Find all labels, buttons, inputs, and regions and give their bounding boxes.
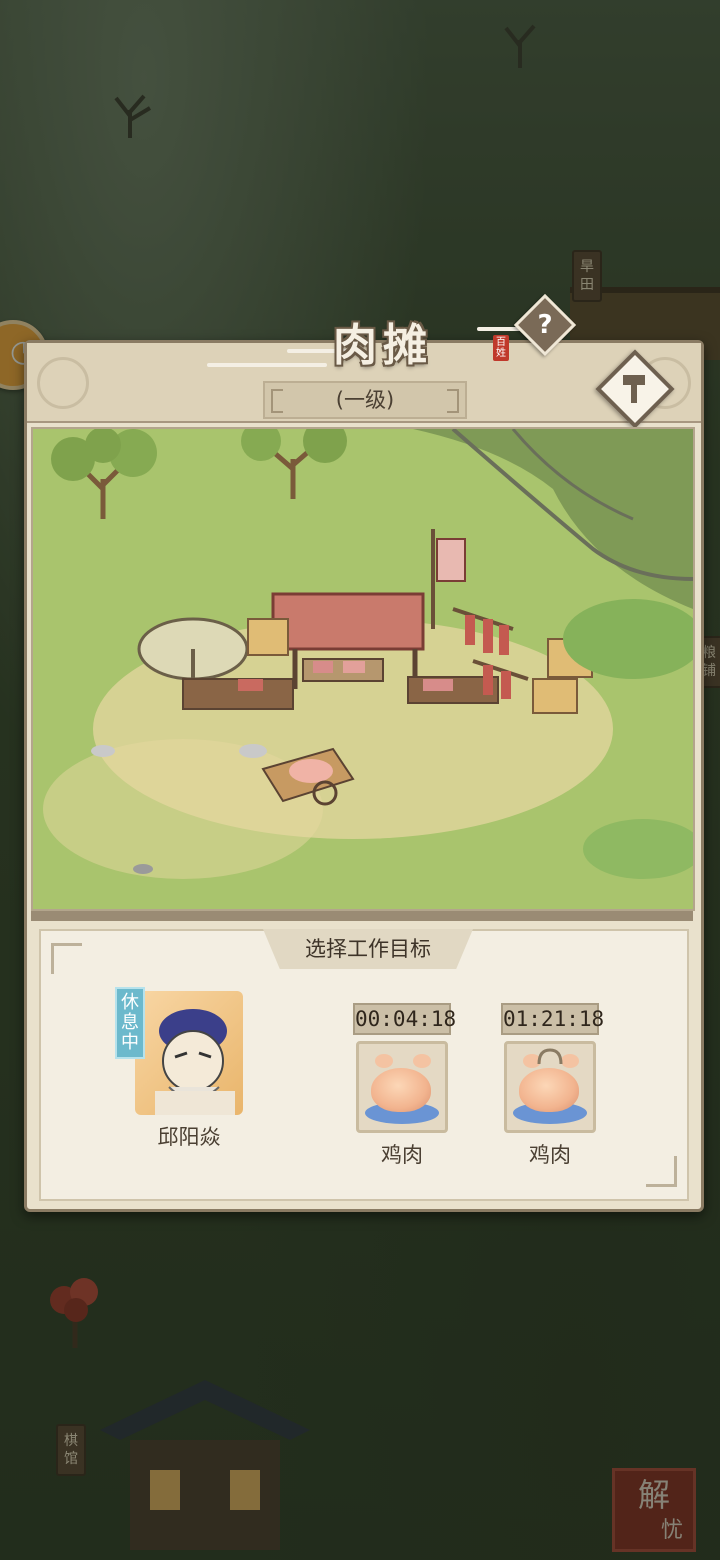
target-slot[interactable]: 01:21:18 鸡肉	[485, 1003, 615, 1169]
work-section-title: 选择工作目标	[263, 929, 473, 969]
question-icon: ?	[537, 310, 553, 340]
chicken-card[interactable]	[504, 1041, 596, 1133]
work-target-section: 选择工作目标 休息中 邱阳焱 00:04:18 鸡肉 01:21:18 鸡肉	[39, 929, 689, 1201]
target-timer: 01:21:18	[501, 1003, 604, 1035]
building-title: 肉摊	[333, 320, 433, 371]
corner-decoration	[646, 1156, 677, 1187]
target-slot[interactable]: 00:04:18 鸡肉	[337, 1003, 467, 1169]
worker-status-badge: 休息中	[115, 987, 145, 1059]
category-tag: 百姓	[493, 335, 509, 361]
cloud-decoration	[207, 363, 327, 367]
worker-avatar	[155, 1009, 235, 1115]
worker-name: 邱阳焱	[157, 1125, 221, 1149]
chicken-card[interactable]	[356, 1041, 448, 1133]
worker-slot[interactable]: 休息中 邱阳焱	[115, 987, 259, 1151]
swirl-decoration	[37, 357, 89, 409]
corner-decoration	[51, 943, 82, 974]
target-name: 鸡肉	[381, 1143, 423, 1167]
target-name: 鸡肉	[529, 1143, 571, 1167]
worker-portrait[interactable]: 休息中	[115, 987, 243, 1115]
lock-icon	[537, 1048, 563, 1065]
scene-divider	[31, 911, 693, 921]
building-level: (一级)	[263, 381, 467, 419]
title-banner: 肉摊 百姓 ?	[207, 293, 577, 383]
hammer-icon	[611, 365, 659, 413]
chicken-leg-icon	[413, 1054, 431, 1068]
chicken-leg-icon	[375, 1054, 393, 1068]
building-panel: (一级) 肉摊 百姓 ? 选择工作目标 休息中 邱阳焱 00:04:18 鸡肉 …	[24, 293, 704, 1212]
roast-chicken-icon	[371, 1068, 431, 1112]
meat-stall-scene	[31, 427, 695, 911]
stall-illustration	[33, 429, 693, 909]
target-timer: 00:04:18	[353, 1003, 456, 1035]
